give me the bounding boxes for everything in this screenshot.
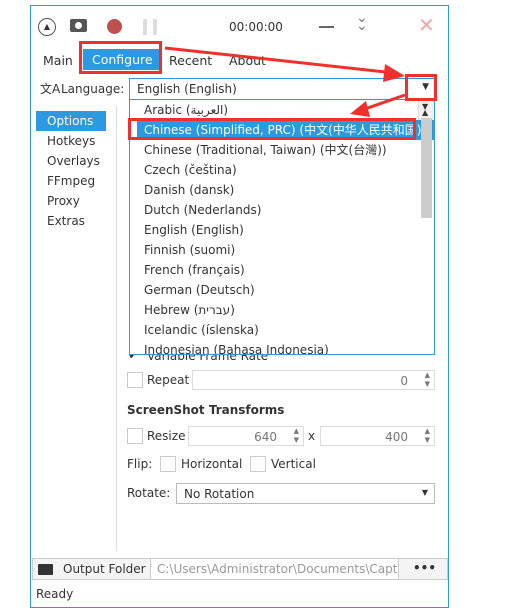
annotation-arrows	[164, 46, 406, 117]
